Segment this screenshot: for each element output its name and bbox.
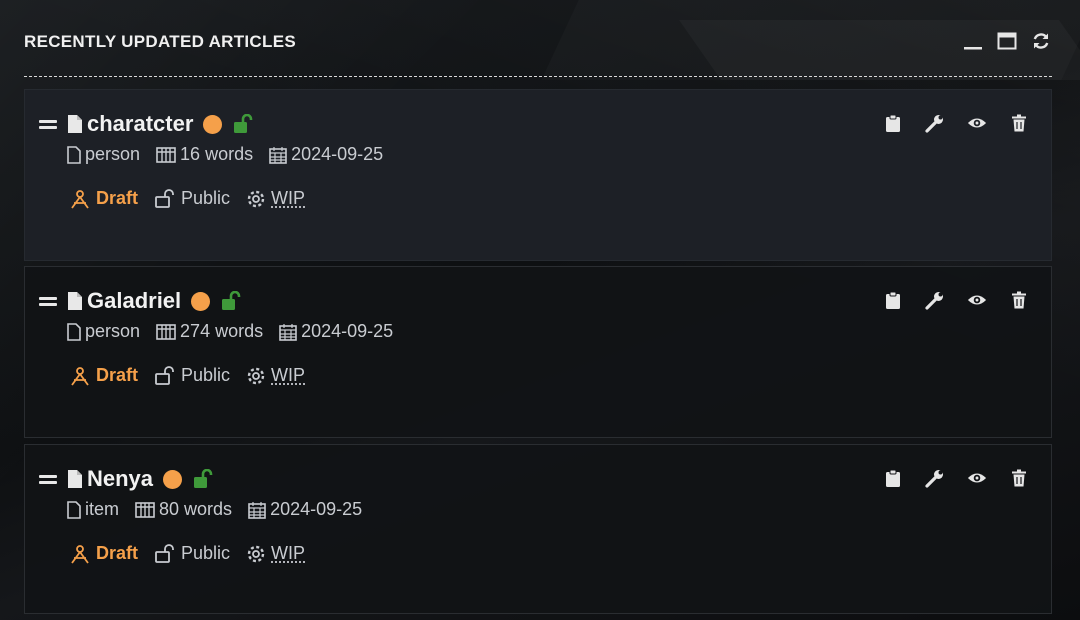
article-type: person xyxy=(85,144,140,165)
article-title[interactable]: Galadriel xyxy=(87,288,181,314)
document-icon xyxy=(67,291,83,311)
drag-handle-icon[interactable] xyxy=(39,473,57,485)
panel-tools xyxy=(962,30,1052,52)
draft-status[interactable]: Draft xyxy=(69,543,138,564)
document-icon xyxy=(67,114,83,134)
article-title[interactable]: charatcter xyxy=(87,111,193,137)
maximize-icon[interactable] xyxy=(996,30,1018,52)
visibility-toggle[interactable]: Public xyxy=(154,543,230,564)
minimize-icon[interactable] xyxy=(962,30,984,52)
wip-toggle[interactable]: WIP xyxy=(246,543,305,564)
updated-date: 2024-09-25 xyxy=(291,144,383,165)
panel-title: RECENTLY UPDATED ARTICLES xyxy=(24,32,296,52)
unlocked-icon xyxy=(192,469,214,489)
wip-toggle[interactable]: WIP xyxy=(246,188,305,209)
article-card[interactable]: Nenya item 80 words 2024-09-25 Draft Pub… xyxy=(24,444,1052,614)
draft-status[interactable]: Draft xyxy=(69,188,138,209)
word-count: 16 words xyxy=(180,144,253,165)
wrench-icon[interactable] xyxy=(925,467,945,489)
unlocked-icon xyxy=(232,114,254,134)
eye-icon[interactable] xyxy=(967,289,987,311)
document-icon xyxy=(67,469,83,489)
drag-handle-icon[interactable] xyxy=(39,295,57,307)
clipboard-icon[interactable] xyxy=(883,112,903,134)
eye-icon[interactable] xyxy=(967,467,987,489)
article-type: person xyxy=(85,321,140,342)
refresh-icon[interactable] xyxy=(1030,30,1052,52)
updated-date: 2024-09-25 xyxy=(270,499,362,520)
trash-icon[interactable] xyxy=(1009,467,1029,489)
visibility-toggle[interactable]: Public xyxy=(154,365,230,386)
word-count: 274 words xyxy=(180,321,263,342)
card-actions xyxy=(883,112,1029,134)
article-title[interactable]: Nenya xyxy=(87,466,153,492)
drag-handle-icon[interactable] xyxy=(39,118,57,130)
eye-icon[interactable] xyxy=(967,112,987,134)
draft-status[interactable]: Draft xyxy=(69,365,138,386)
trash-icon[interactable] xyxy=(1009,112,1029,134)
wrench-icon[interactable] xyxy=(925,289,945,311)
word-count: 80 words xyxy=(159,499,232,520)
wip-toggle[interactable]: WIP xyxy=(246,365,305,386)
panel-header: RECENTLY UPDATED ARTICLES xyxy=(24,28,1052,77)
article-card[interactable]: charatcter person 16 words 2024-09-25 Dr… xyxy=(24,89,1052,261)
unlocked-icon xyxy=(220,291,242,311)
updated-date: 2024-09-25 xyxy=(301,321,393,342)
card-actions xyxy=(883,467,1029,489)
card-actions xyxy=(883,289,1029,311)
article-card[interactable]: Galadriel person 274 words 2024-09-25 Dr… xyxy=(24,266,1052,438)
status-dot xyxy=(191,292,210,311)
trash-icon[interactable] xyxy=(1009,289,1029,311)
status-dot xyxy=(203,115,222,134)
clipboard-icon[interactable] xyxy=(883,289,903,311)
status-dot xyxy=(163,470,182,489)
visibility-toggle[interactable]: Public xyxy=(154,188,230,209)
article-type: item xyxy=(85,499,119,520)
wrench-icon[interactable] xyxy=(925,112,945,134)
clipboard-icon[interactable] xyxy=(883,467,903,489)
